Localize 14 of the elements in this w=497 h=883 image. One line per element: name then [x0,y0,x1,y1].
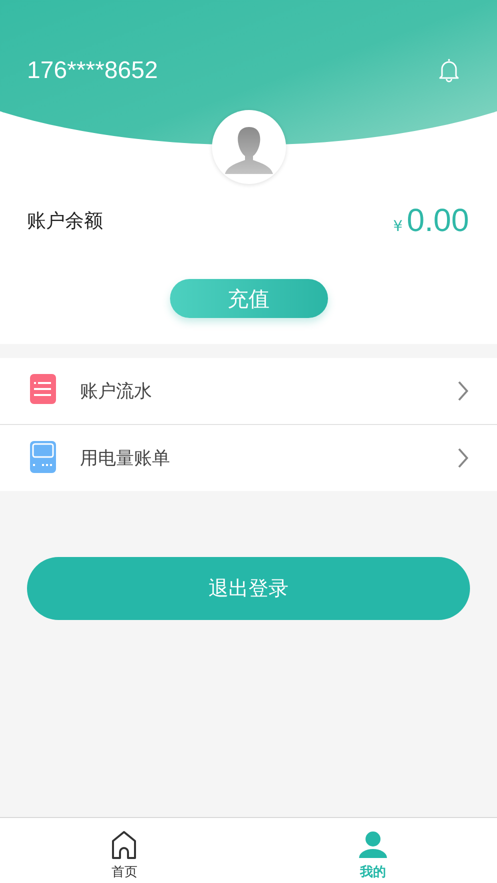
user-icon [358,830,388,860]
balance-label: 账户余额 [27,208,103,234]
home-icon [110,830,138,860]
chevron-right-icon [457,380,469,402]
chevron-right-icon [457,447,469,469]
balance-amount: 0.00 [406,202,469,239]
currency-symbol: ¥ [393,217,403,235]
bell-icon[interactable] [437,57,461,83]
tab-item[interactable]: 首页 [0,818,248,883]
phone-number: 176****8652 [27,57,158,85]
person-silhouette-icon [224,126,272,174]
menu-item[interactable]: 账户流水 [0,358,497,425]
menu-item[interactable]: 用电量账单 [0,425,497,491]
meter-icon [29,441,57,475]
